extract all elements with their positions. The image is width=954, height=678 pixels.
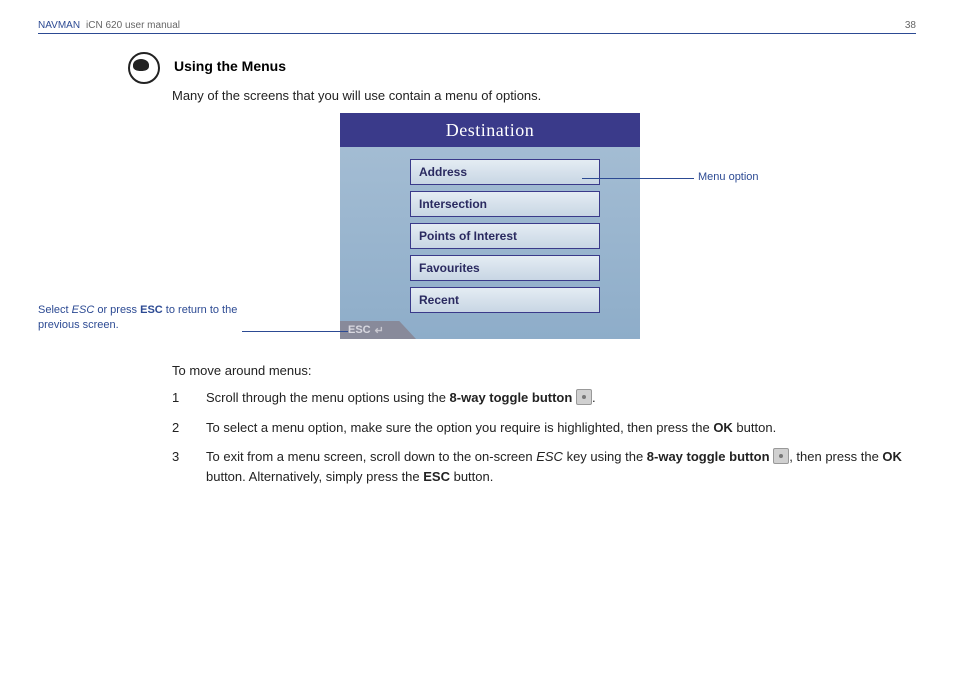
menu-item-poi[interactable]: Points of Interest bbox=[410, 223, 600, 249]
esc-button[interactable]: ESC bbox=[340, 321, 416, 339]
brand: NAVMAN bbox=[38, 20, 80, 31]
menu-item-favourites[interactable]: Favourites bbox=[410, 255, 600, 281]
step-1: 1 Scroll through the menu options using … bbox=[172, 388, 916, 408]
menu-item-recent[interactable]: Recent bbox=[410, 287, 600, 313]
body-intro: To move around menus: bbox=[172, 363, 916, 378]
page-header: NAVMAN iCN 620 user manual 38 bbox=[38, 20, 916, 34]
callout-menu-option: Menu option bbox=[698, 171, 759, 183]
step-2: 2 To select a menu option, make sure the… bbox=[172, 418, 916, 438]
section-intro: Many of the screens that you will use co… bbox=[172, 88, 916, 103]
globe-icon bbox=[128, 52, 160, 84]
callout-esc-note: Select ESC or press ESC to return to the… bbox=[38, 303, 238, 334]
toggle-icon bbox=[773, 448, 789, 464]
doc-title: iCN 620 user manual bbox=[86, 20, 180, 31]
figure: Destination Address Intersection Points … bbox=[128, 113, 916, 353]
step-number: 2 bbox=[172, 418, 206, 438]
step-number: 1 bbox=[172, 388, 206, 408]
steps-list: 1 Scroll through the menu options using … bbox=[172, 388, 916, 486]
device-titlebar: Destination bbox=[340, 113, 640, 147]
menu-item-address[interactable]: Address bbox=[410, 159, 600, 185]
callout-line bbox=[242, 331, 348, 332]
step-text: Scroll through the menu options using th… bbox=[206, 388, 916, 408]
step-3: 3 To exit from a menu screen, scroll dow… bbox=[172, 447, 916, 486]
step-number: 3 bbox=[172, 447, 206, 486]
callout-line bbox=[582, 178, 694, 179]
step-text: To exit from a menu screen, scroll down … bbox=[206, 447, 916, 486]
step-text: To select a menu option, make sure the o… bbox=[206, 418, 916, 438]
toggle-icon bbox=[576, 389, 592, 405]
section-title: Using the Menus bbox=[174, 58, 286, 74]
device-screenshot: Destination Address Intersection Points … bbox=[340, 113, 640, 339]
device-title: Destination bbox=[446, 120, 535, 141]
page-number: 38 bbox=[905, 20, 916, 31]
menu-item-intersection[interactable]: Intersection bbox=[410, 191, 600, 217]
